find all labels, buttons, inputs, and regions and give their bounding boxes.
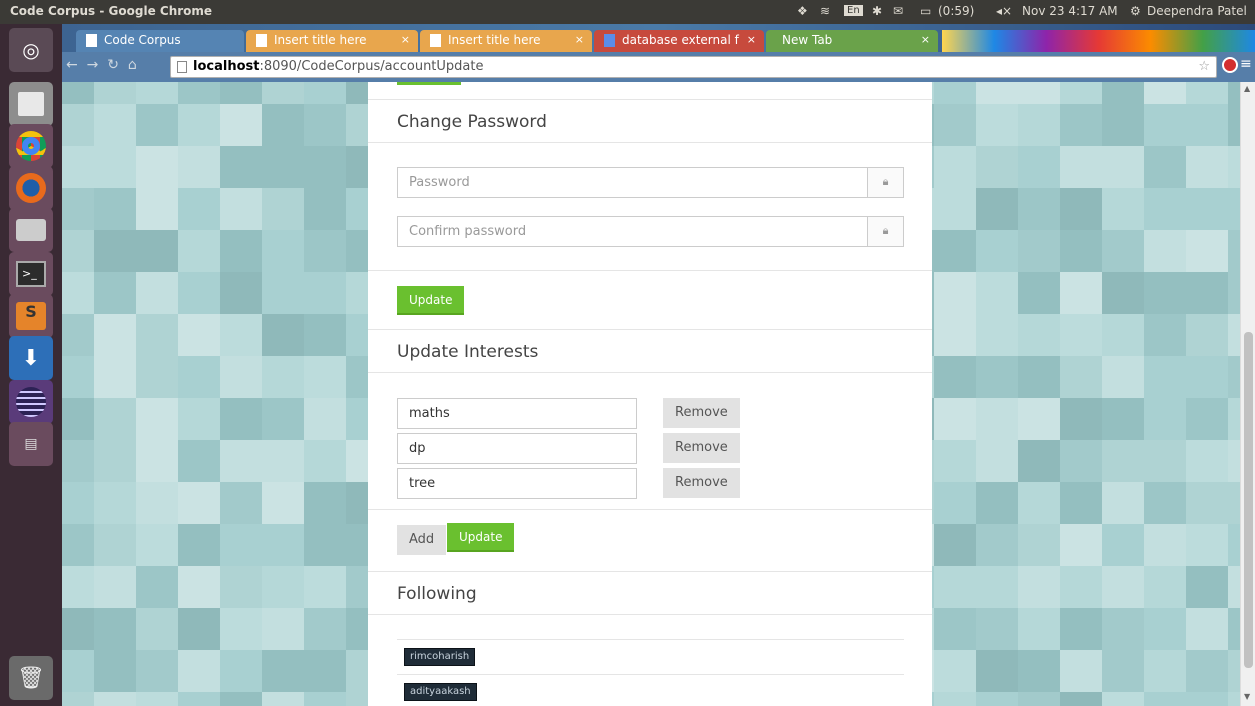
divider <box>368 509 932 510</box>
volume-icon[interactable]: ◂× <box>996 4 1012 18</box>
remove-interest-button[interactable]: Remove <box>663 468 740 498</box>
terminal-icon[interactable]: >_ <box>9 252 53 296</box>
theme-decoration <box>942 30 1255 52</box>
remove-interest-button[interactable]: Remove <box>663 433 740 463</box>
address-bar[interactable]: localhost:8090/CodeCorpus/accountUpdate … <box>170 56 1217 78</box>
reload-icon[interactable]: ↻ <box>107 57 119 73</box>
trash-icon[interactable]: 🗑 <box>9 656 53 700</box>
url-path: :8090/CodeCorpus/accountUpdate <box>259 59 484 74</box>
user-name[interactable]: Deependra Patel <box>1147 4 1247 18</box>
close-icon[interactable]: × <box>921 33 930 46</box>
interest-input-dp[interactable]: dp <box>397 433 637 464</box>
forward-icon[interactable]: → <box>87 57 99 73</box>
lock-icon: 🔒︎ <box>867 217 903 246</box>
dropbox-icon[interactable]: ❖ <box>797 4 808 18</box>
scrollbar-thumb[interactable] <box>1244 332 1253 668</box>
chrome-icon[interactable] <box>9 124 53 168</box>
close-icon[interactable]: × <box>575 33 584 46</box>
browser-chrome: Code Corpus Insert title here × Insert ti… <box>62 24 1255 82</box>
password-field[interactable]: Password 🔒︎ <box>397 167 904 198</box>
update-password-button[interactable]: Update <box>397 286 465 315</box>
divider <box>368 270 932 271</box>
workspace-switcher-icon[interactable]: ▤ <box>9 422 53 466</box>
bluetooth-icon[interactable]: ✱ <box>872 4 882 18</box>
battery-icon[interactable]: ▭ <box>920 4 931 18</box>
page-icon <box>177 61 187 73</box>
tab-new-tab[interactable]: New Tab × <box>766 30 938 52</box>
settings-gear-icon[interactable]: ⚙ <box>1130 4 1141 18</box>
home-icon[interactable]: ⌂ <box>128 57 137 73</box>
system-top-panel: Code Corpus - Google Chrome ❖ ≋ En ✱ ✉ ▭… <box>0 0 1255 24</box>
tab-database-external[interactable]: database external f × <box>594 30 764 52</box>
url-host: localhost <box>193 59 260 74</box>
keyboard-language-indicator[interactable]: En <box>844 5 863 16</box>
sublime-text-icon[interactable]: S <box>9 294 53 338</box>
tab-insert-title-1[interactable]: Insert title here × <box>246 30 418 52</box>
scroll-up-icon[interactable]: ▲ <box>1244 84 1250 93</box>
launcher: ◎ >_ S ⬇ ▤ 🗑 <box>0 24 62 706</box>
following-user-link[interactable]: adityaakash <box>404 683 477 701</box>
remove-interest-button[interactable]: Remove <box>663 398 740 428</box>
close-icon[interactable]: × <box>747 33 756 46</box>
confirm-password-field[interactable]: Confirm password 🔒︎ <box>397 216 904 247</box>
mail-icon[interactable]: ✉ <box>893 4 903 18</box>
nav-buttons: ← → ↻ ⌂ <box>66 57 137 73</box>
page-scrollbar[interactable]: ▲ ▼ <box>1240 82 1255 706</box>
change-password-heading: Change Password <box>368 99 932 143</box>
download-icon[interactable]: ⬇ <box>9 336 53 380</box>
interest-input-maths[interactable]: maths <box>397 398 637 429</box>
dash-home-icon[interactable]: ◎ <box>9 28 53 72</box>
page-viewport: Change Password Password 🔒︎ Confirm passw… <box>62 82 1240 706</box>
wifi-icon[interactable]: ≋ <box>820 4 830 18</box>
page-icon <box>430 34 441 47</box>
account-panel: Change Password Password 🔒︎ Confirm passw… <box>368 82 932 706</box>
drive-icon[interactable] <box>9 208 53 252</box>
divider <box>397 674 904 675</box>
scroll-down-icon[interactable]: ▼ <box>1244 692 1250 701</box>
menu-icon[interactable]: ≡ <box>1240 56 1252 72</box>
update-interests-button[interactable]: Update <box>447 523 515 552</box>
back-icon[interactable]: ← <box>66 57 78 73</box>
firefox-icon[interactable] <box>9 166 53 210</box>
previous-button-edge <box>397 82 461 85</box>
tab-code-corpus[interactable]: Code Corpus <box>76 30 244 52</box>
clock[interactable]: Nov 23 4:17 AM <box>1022 4 1118 18</box>
divider <box>397 639 904 640</box>
following-user-link[interactable]: rimcoharish <box>404 648 476 666</box>
interest-input-tree[interactable]: tree <box>397 468 637 499</box>
page-icon <box>86 34 97 47</box>
bookmark-star-icon[interactable]: ☆ <box>1198 59 1210 74</box>
update-interests-heading: Update Interests <box>368 329 932 373</box>
add-interest-button[interactable]: Add <box>397 525 447 555</box>
files-icon[interactable] <box>9 82 53 126</box>
page-icon <box>256 34 267 47</box>
eclipse-icon[interactable] <box>9 380 53 424</box>
lock-icon: 🔒︎ <box>867 168 903 197</box>
following-heading: Following <box>368 571 932 615</box>
close-icon[interactable]: × <box>401 33 410 46</box>
docs-icon <box>604 34 615 47</box>
adblock-icon[interactable] <box>1222 57 1238 73</box>
tab-insert-title-2[interactable]: Insert title here × <box>420 30 592 52</box>
window-title: Code Corpus - Google Chrome <box>10 4 213 18</box>
battery-text[interactable]: (0:59) <box>938 4 974 18</box>
